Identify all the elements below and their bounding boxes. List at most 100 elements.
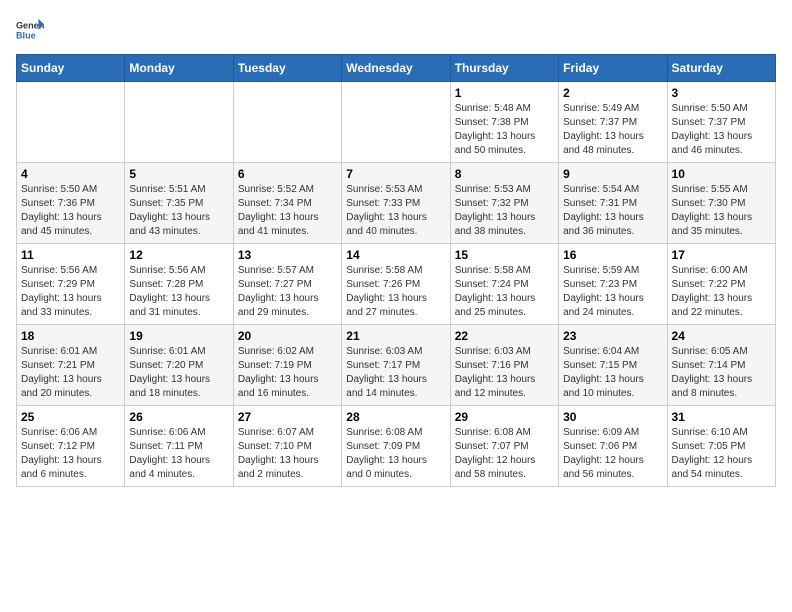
day-number: 13 (238, 248, 337, 262)
calendar-cell: 15 Sunrise: 5:58 AMSunset: 7:24 PMDayligh… (450, 244, 558, 325)
calendar-cell: 1Sunrise: 5:48 AMSunset: 7:38 PMDaylight… (450, 82, 558, 163)
day-info: Sunrise: 6:04 AMSunset: 7:15 PMDaylight:… (563, 345, 662, 401)
day-number: 20 (238, 329, 337, 343)
day-number: 28 (346, 410, 445, 424)
calendar-cell: 17Sunrise: 6:00 AMSunset: 7:22 PMDayligh… (667, 244, 775, 325)
day-info: Sunrise: 6:08 AMSunset: 7:07 PMDaylight:… (455, 426, 554, 482)
day-info: Sunrise: 6:01 AMSunset: 7:21 PMDaylight:… (21, 345, 120, 401)
calendar-cell: 10Sunrise: 5:55 AMSunset: 7:30 PMDayligh… (667, 163, 775, 244)
calendar-table: SundayMondayTuesdayWednesdayThursdayFrid… (16, 54, 776, 487)
calendar-cell: 28Sunrise: 6:08 AMSunset: 7:09 PMDayligh… (342, 406, 450, 487)
weekday-header-friday: Friday (559, 55, 667, 82)
day-info: Sunrise: 5:58 AMSunset: 7:24 PMDaylight:… (455, 264, 554, 320)
day-number: 21 (346, 329, 445, 343)
logo: General Blue (16, 16, 44, 44)
day-info: Sunrise: 6:09 AMSunset: 7:06 PMDaylight:… (563, 426, 662, 482)
day-info: Sunrise: 6:05 AMSunset: 7:14 PMDaylight:… (672, 345, 771, 401)
calendar-cell: 22Sunrise: 6:03 AMSunset: 7:16 PMDayligh… (450, 325, 558, 406)
day-info: Sunrise: 5:50 AMSunset: 7:37 PMDaylight:… (672, 102, 771, 158)
weekday-header-wednesday: Wednesday (342, 55, 450, 82)
calendar-week-row: 25Sunrise: 6:06 AMSunset: 7:12 PMDayligh… (17, 406, 776, 487)
calendar-cell: 3 Sunrise: 5:50 AMSunset: 7:37 PMDaylight… (667, 82, 775, 163)
day-info: Sunrise: 5:58 AMSunset: 7:26 PMDaylight:… (346, 264, 445, 320)
day-number: 4 (21, 167, 120, 181)
calendar-cell: 19Sunrise: 6:01 AMSunset: 7:20 PMDayligh… (125, 325, 233, 406)
day-number: 17 (672, 248, 771, 262)
day-info: Sunrise: 6:07 AMSunset: 7:10 PMDaylight:… (238, 426, 337, 482)
calendar-cell: 7 Sunrise: 5:53 AMSunset: 7:33 PMDaylight… (342, 163, 450, 244)
calendar-cell: 21 Sunrise: 6:03 AMSunset: 7:17 PMDayligh… (342, 325, 450, 406)
day-info: Sunrise: 6:02 AMSunset: 7:19 PMDaylight:… (238, 345, 337, 401)
calendar-week-row: 11 Sunrise: 5:56 AMSunset: 7:29 PMDayligh… (17, 244, 776, 325)
day-number: 11 (21, 248, 120, 262)
day-info: Sunrise: 5:56 AMSunset: 7:29 PMDaylight:… (21, 264, 120, 320)
day-number: 2 (563, 86, 662, 100)
calendar-cell: 18 Sunrise: 6:01 AMSunset: 7:21 PMDayligh… (17, 325, 125, 406)
day-number: 31 (672, 410, 771, 424)
day-info: Sunrise: 5:53 AMSunset: 7:32 PMDaylight:… (455, 183, 554, 239)
day-number: 22 (455, 329, 554, 343)
day-number: 26 (129, 410, 228, 424)
calendar-cell: 5 Sunrise: 5:51 AMSunset: 7:35 PMDaylight… (125, 163, 233, 244)
svg-text:Blue: Blue (16, 30, 36, 40)
calendar-cell: 2 Sunrise: 5:49 AMSunset: 7:37 PMDaylight… (559, 82, 667, 163)
calendar-cell: 4 Sunrise: 5:50 AMSunset: 7:36 PMDaylight… (17, 163, 125, 244)
day-info: Sunrise: 5:57 AMSunset: 7:27 PMDaylight:… (238, 264, 337, 320)
day-info: Sunrise: 6:03 AMSunset: 7:17 PMDaylight:… (346, 345, 445, 401)
calendar-cell: 16Sunrise: 5:59 AMSunset: 7:23 PMDayligh… (559, 244, 667, 325)
day-info: Sunrise: 5:54 AMSunset: 7:31 PMDaylight:… (563, 183, 662, 239)
calendar-cell: 24 Sunrise: 6:05 AMSunset: 7:14 PMDayligh… (667, 325, 775, 406)
calendar-cell (233, 82, 341, 163)
calendar-week-row: 1Sunrise: 5:48 AMSunset: 7:38 PMDaylight… (17, 82, 776, 163)
day-number: 15 (455, 248, 554, 262)
day-info: Sunrise: 5:53 AMSunset: 7:33 PMDaylight:… (346, 183, 445, 239)
day-number: 5 (129, 167, 228, 181)
calendar-cell: 8 Sunrise: 5:53 AMSunset: 7:32 PMDaylight… (450, 163, 558, 244)
day-info: Sunrise: 5:55 AMSunset: 7:30 PMDaylight:… (672, 183, 771, 239)
day-number: 7 (346, 167, 445, 181)
day-number: 30 (563, 410, 662, 424)
day-info: Sunrise: 5:48 AMSunset: 7:38 PMDaylight:… (455, 102, 554, 158)
weekday-header-row: SundayMondayTuesdayWednesdayThursdayFrid… (17, 55, 776, 82)
day-number: 12 (129, 248, 228, 262)
calendar-cell: 26 Sunrise: 6:06 AMSunset: 7:11 PMDayligh… (125, 406, 233, 487)
calendar-week-row: 18 Sunrise: 6:01 AMSunset: 7:21 PMDayligh… (17, 325, 776, 406)
day-info: Sunrise: 5:56 AMSunset: 7:28 PMDaylight:… (129, 264, 228, 320)
day-number: 8 (455, 167, 554, 181)
calendar-cell: 29 Sunrise: 6:08 AMSunset: 7:07 PMDayligh… (450, 406, 558, 487)
calendar-week-row: 4 Sunrise: 5:50 AMSunset: 7:36 PMDaylight… (17, 163, 776, 244)
calendar-cell: 12 Sunrise: 5:56 AMSunset: 7:28 PMDayligh… (125, 244, 233, 325)
calendar-cell: 20 Sunrise: 6:02 AMSunset: 7:19 PMDayligh… (233, 325, 341, 406)
calendar-cell: 11 Sunrise: 5:56 AMSunset: 7:29 PMDayligh… (17, 244, 125, 325)
day-info: Sunrise: 6:10 AMSunset: 7:05 PMDaylight:… (672, 426, 771, 482)
calendar-cell (342, 82, 450, 163)
day-info: Sunrise: 5:52 AMSunset: 7:34 PMDaylight:… (238, 183, 337, 239)
day-number: 18 (21, 329, 120, 343)
day-number: 6 (238, 167, 337, 181)
day-number: 23 (563, 329, 662, 343)
day-info: Sunrise: 5:50 AMSunset: 7:36 PMDaylight:… (21, 183, 120, 239)
day-number: 14 (346, 248, 445, 262)
calendar-cell: 9 Sunrise: 5:54 AMSunset: 7:31 PMDaylight… (559, 163, 667, 244)
day-info: Sunrise: 6:06 AMSunset: 7:12 PMDaylight:… (21, 426, 120, 482)
day-number: 9 (563, 167, 662, 181)
calendar-cell: 14 Sunrise: 5:58 AMSunset: 7:26 PMDayligh… (342, 244, 450, 325)
day-number: 3 (672, 86, 771, 100)
weekday-header-tuesday: Tuesday (233, 55, 341, 82)
page-header: General Blue (16, 16, 776, 44)
day-number: 19 (129, 329, 228, 343)
weekday-header-saturday: Saturday (667, 55, 775, 82)
day-number: 27 (238, 410, 337, 424)
calendar-cell: 30 Sunrise: 6:09 AMSunset: 7:06 PMDayligh… (559, 406, 667, 487)
calendar-cell: 6 Sunrise: 5:52 AMSunset: 7:34 PMDaylight… (233, 163, 341, 244)
day-info: Sunrise: 5:49 AMSunset: 7:37 PMDaylight:… (563, 102, 662, 158)
calendar-cell: 13 Sunrise: 5:57 AMSunset: 7:27 PMDayligh… (233, 244, 341, 325)
logo-icon: General Blue (16, 16, 44, 44)
calendar-cell (125, 82, 233, 163)
day-info: Sunrise: 5:51 AMSunset: 7:35 PMDaylight:… (129, 183, 228, 239)
calendar-cell: 23 Sunrise: 6:04 AMSunset: 7:15 PMDayligh… (559, 325, 667, 406)
day-number: 29 (455, 410, 554, 424)
day-number: 24 (672, 329, 771, 343)
day-info: Sunrise: 6:06 AMSunset: 7:11 PMDaylight:… (129, 426, 228, 482)
weekday-header-monday: Monday (125, 55, 233, 82)
